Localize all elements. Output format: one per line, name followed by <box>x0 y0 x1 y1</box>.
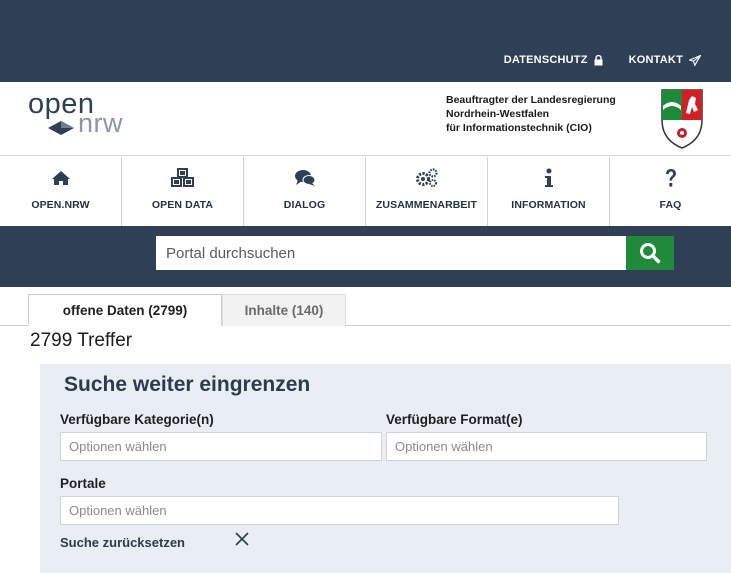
portal-search-input[interactable]: Portal durchsuchen <box>156 236 626 270</box>
cio-line-3: für Informationstechnik (CIO) <box>446 122 592 134</box>
chat-bubbles-icon <box>294 170 315 186</box>
reset-search-link[interactable]: Suche zurücksetzen <box>60 535 185 550</box>
cio-line-1: Beauftragter der Landesregierung <box>446 94 616 106</box>
search-bar: Portal durchsuchen <box>0 226 731 287</box>
lock-icon <box>594 54 603 65</box>
result-tabs: offene Daten (2799) Inhalte (140) <box>0 288 731 326</box>
paper-plane-icon <box>689 54 701 66</box>
tab-inhalte[interactable]: Inhalte (140) <box>222 294 346 326</box>
search-button[interactable] <box>626 236 674 270</box>
nrw-coat-of-arms-icon <box>661 89 703 149</box>
open-nrw-logo[interactable]: open nrw <box>28 88 158 140</box>
format-label: Verfügbare Format(e) <box>386 412 523 427</box>
top-links: DATENSCHUTZ KONTAKT <box>504 54 701 66</box>
portals-label: Portale <box>60 476 106 491</box>
portals-select[interactable]: Optionen wählen <box>60 496 619 525</box>
close-icon[interactable] <box>234 531 250 547</box>
cio-text: Beauftragter der Landesregierung Nordrhe… <box>446 93 616 135</box>
nav-label-zusammenarbeit: ZUSAMMENARBEIT <box>375 199 478 211</box>
kontakt-label: KONTAKT <box>628 54 683 66</box>
datenschutz-label: DATENSCHUTZ <box>503 54 588 66</box>
datenschutz-link[interactable]: DATENSCHUTZ <box>504 54 603 66</box>
info-icon <box>544 168 553 187</box>
nav-item-open-data[interactable]: OPEN DATA <box>122 157 244 226</box>
nav-label-dialog: DIALOG <box>283 199 326 211</box>
results-count: 2799 Treffer <box>30 330 133 351</box>
top-bar: DATENSCHUTZ KONTAKT <box>0 0 731 82</box>
search-icon <box>640 243 661 264</box>
filter-title: Suche weiter eingrenzen <box>64 373 311 396</box>
cio-line-2: Nordrhein-Westfalen <box>446 108 550 120</box>
filter-panel: Suche weiter eingrenzen Verfügbare Kateg… <box>40 364 731 573</box>
nav-item-dialog[interactable]: DIALOG <box>244 157 366 226</box>
main-nav: OPEN.NRW OPEN DATA DIALOG ZUSAMMENARBEIT… <box>0 157 731 226</box>
nav-label-open-nrw: OPEN.NRW <box>31 199 90 211</box>
nav-item-faq[interactable]: FAQ <box>610 157 731 226</box>
nav-label-faq: FAQ <box>659 199 682 211</box>
nav-item-zusammenarbeit[interactable]: ZUSAMMENARBEIT <box>366 157 488 226</box>
question-icon <box>665 169 676 187</box>
logo-cube-icon <box>48 121 74 135</box>
tab-offene-daten[interactable]: offene Daten (2799) <box>28 294 222 326</box>
gears-icon <box>415 168 438 187</box>
format-select[interactable]: Optionen wählen <box>386 432 707 461</box>
logo-nrw-text: nrw <box>78 108 124 138</box>
brand-bar: open nrw Beauftragter der Landesregierun… <box>0 82 731 156</box>
category-select[interactable]: Optionen wählen <box>60 432 382 461</box>
home-icon <box>51 171 70 185</box>
nav-item-information[interactable]: INFORMATION <box>488 157 610 226</box>
cubes-icon <box>170 168 194 187</box>
nav-label-open-data: OPEN DATA <box>151 199 214 211</box>
nav-item-open-nrw[interactable]: OPEN.NRW <box>0 157 122 226</box>
kontakt-link[interactable]: KONTAKT <box>629 54 701 66</box>
nav-label-information: INFORMATION <box>511 199 586 211</box>
category-label: Verfügbare Kategorie(n) <box>60 412 214 427</box>
